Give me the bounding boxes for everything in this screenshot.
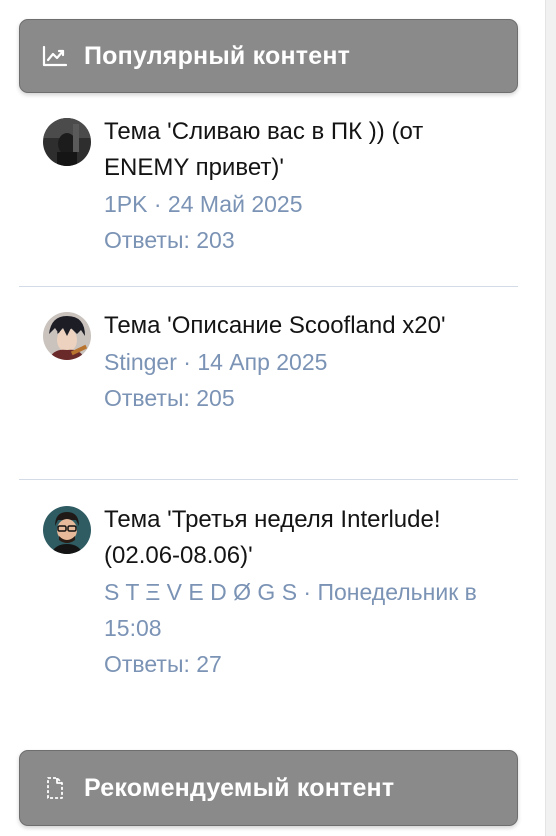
- list-item: Тема 'Сливаю вас в ПК )) (от ENEMY приве…: [19, 114, 518, 258]
- thread-replies-count: Ответы: 27: [104, 651, 222, 677]
- thread-title-link[interactable]: Тема 'Описание Scoofland x20': [104, 308, 504, 344]
- list-item: Тема 'Описание Scoofland x20' Stinger · …: [19, 308, 518, 416]
- popular-content-title: Популярный контент: [84, 41, 351, 70]
- trending-chart-icon: [42, 43, 68, 69]
- avatar[interactable]: [43, 506, 91, 554]
- avatar[interactable]: [43, 118, 91, 166]
- divider: [19, 479, 518, 480]
- thread-author-date[interactable]: 1PK · 24 Май 2025: [104, 186, 504, 222]
- thread-replies-count: Ответы: 205: [104, 385, 235, 411]
- avatar[interactable]: [43, 312, 91, 360]
- document-icon: [42, 775, 68, 801]
- list-item: Тема 'Третья неделя Interlude! (02.06-08…: [19, 502, 518, 682]
- thread-author-date[interactable]: S T Ξ V E D Ø G S · Понедельник в 15:08: [104, 574, 504, 646]
- thread-title-link[interactable]: Тема 'Третья неделя Interlude! (02.06-08…: [104, 502, 504, 574]
- recommended-content-title: Рекомендуемый контент: [84, 773, 395, 802]
- divider: [19, 286, 518, 287]
- popular-content-header: Популярный контент: [19, 19, 518, 93]
- recommended-content-header: Рекомендуемый контент: [19, 750, 518, 826]
- thread-replies-count: Ответы: 203: [104, 227, 235, 253]
- thread-title-link[interactable]: Тема 'Сливаю вас в ПК )) (от ENEMY приве…: [104, 114, 504, 186]
- thread-author-date[interactable]: Stinger · 14 Апр 2025: [104, 344, 504, 380]
- scrollbar[interactable]: [545, 0, 556, 836]
